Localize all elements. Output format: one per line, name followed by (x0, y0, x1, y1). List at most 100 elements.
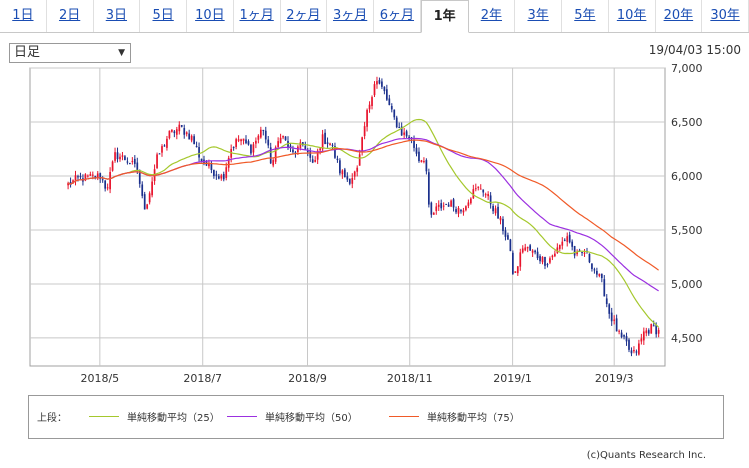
candle-body (484, 194, 487, 196)
candle-body (343, 169, 346, 178)
candle-body (420, 160, 423, 163)
y-tick-label: 5,500 (671, 224, 703, 237)
candle-body (529, 245, 532, 251)
candle-body (623, 335, 625, 337)
candle-body (544, 256, 546, 266)
candle-body (356, 167, 359, 172)
candle-body (262, 129, 265, 131)
candle-body (571, 241, 574, 247)
candle-body (435, 206, 438, 211)
candle-body (596, 270, 598, 275)
candle-body (440, 203, 443, 209)
candle-body (331, 144, 334, 146)
candle-body (324, 132, 326, 145)
candle-body (151, 181, 153, 196)
candle-body (146, 204, 149, 209)
candle-body (277, 141, 279, 147)
candle-body (237, 139, 240, 141)
candle-body (447, 204, 450, 207)
candle-body (257, 135, 260, 140)
candle-body (605, 298, 608, 305)
candle-body (222, 174, 225, 180)
candle-body (368, 104, 371, 110)
candle-body (638, 343, 640, 355)
legend-item-ma50: 単純移動平均（50） (227, 409, 358, 424)
candle-body (183, 128, 186, 135)
candle-body (536, 251, 539, 259)
candle-body (376, 81, 378, 85)
candle-body (452, 199, 455, 208)
candle-body (252, 144, 255, 153)
candle-body (282, 135, 284, 138)
candle-body (573, 245, 576, 256)
candle-body (304, 145, 307, 150)
candle-body (539, 256, 541, 262)
candle-body (195, 146, 198, 148)
candle-body (467, 202, 470, 206)
candle-body (166, 138, 168, 148)
candle-body (647, 330, 650, 334)
candle-body (309, 150, 312, 158)
candle-body (87, 175, 89, 177)
candle-body (489, 195, 492, 205)
candle-body (163, 145, 166, 147)
candle-body (591, 263, 593, 269)
candle-body (524, 247, 527, 251)
candle-body (240, 139, 242, 142)
candle-body (554, 253, 556, 257)
candle-body (247, 141, 250, 145)
candle-body (465, 206, 467, 211)
y-tick-label: 6,500 (671, 116, 703, 129)
candle-body (645, 330, 648, 334)
candle-body (106, 187, 109, 189)
candle-body (373, 84, 376, 96)
y-tick-label: 5,000 (671, 278, 703, 291)
candle-body (185, 132, 188, 135)
legend-label-ma25: 単純移動平均（25） (127, 413, 220, 424)
candle-body (492, 205, 494, 212)
candle-body (188, 133, 191, 140)
candle-body (104, 180, 107, 189)
candle-body (455, 209, 457, 213)
candle-body (563, 239, 566, 241)
candle-body (284, 136, 287, 141)
candle-body (494, 208, 497, 214)
candle-body (129, 162, 131, 164)
copyright-credit: (c)Quants Research Inc. (586, 450, 706, 461)
candle-body (561, 241, 564, 246)
candle-body (336, 158, 339, 160)
candle-body (504, 230, 507, 237)
candle-body (630, 350, 633, 354)
candle-body (133, 158, 136, 164)
candle-body (121, 155, 124, 157)
candle-body (190, 135, 193, 141)
candle-body (469, 198, 472, 204)
candle-body (116, 152, 119, 160)
candle-body (180, 125, 183, 127)
candle-body (603, 279, 606, 297)
y-tick-label: 4,500 (671, 332, 703, 345)
candle-body (89, 174, 92, 176)
candle-body (314, 160, 317, 162)
candle-body (633, 350, 635, 352)
candle-body (319, 148, 321, 151)
legend-label-ma75: 単純移動平均（75） (427, 413, 520, 424)
legend-panel: 上段： 単純移動平均（25） 単純移動平均（50） 単純移動平均（75） (28, 395, 724, 439)
candle-body (193, 136, 195, 145)
candle-body (502, 219, 504, 232)
candle-body (462, 210, 465, 213)
candle-body (442, 205, 445, 207)
candle-body (482, 189, 485, 193)
candle-body (551, 255, 554, 258)
candle-body (598, 273, 601, 276)
plot-area (29, 67, 666, 367)
candle-body (175, 129, 178, 135)
candle-body (499, 217, 502, 221)
candle-body (608, 304, 611, 314)
candle-body (432, 212, 435, 215)
candle-body (348, 178, 351, 184)
candle-body (531, 250, 534, 253)
candle-body (161, 146, 163, 153)
candle-body (430, 202, 433, 215)
candle-body (507, 235, 509, 240)
